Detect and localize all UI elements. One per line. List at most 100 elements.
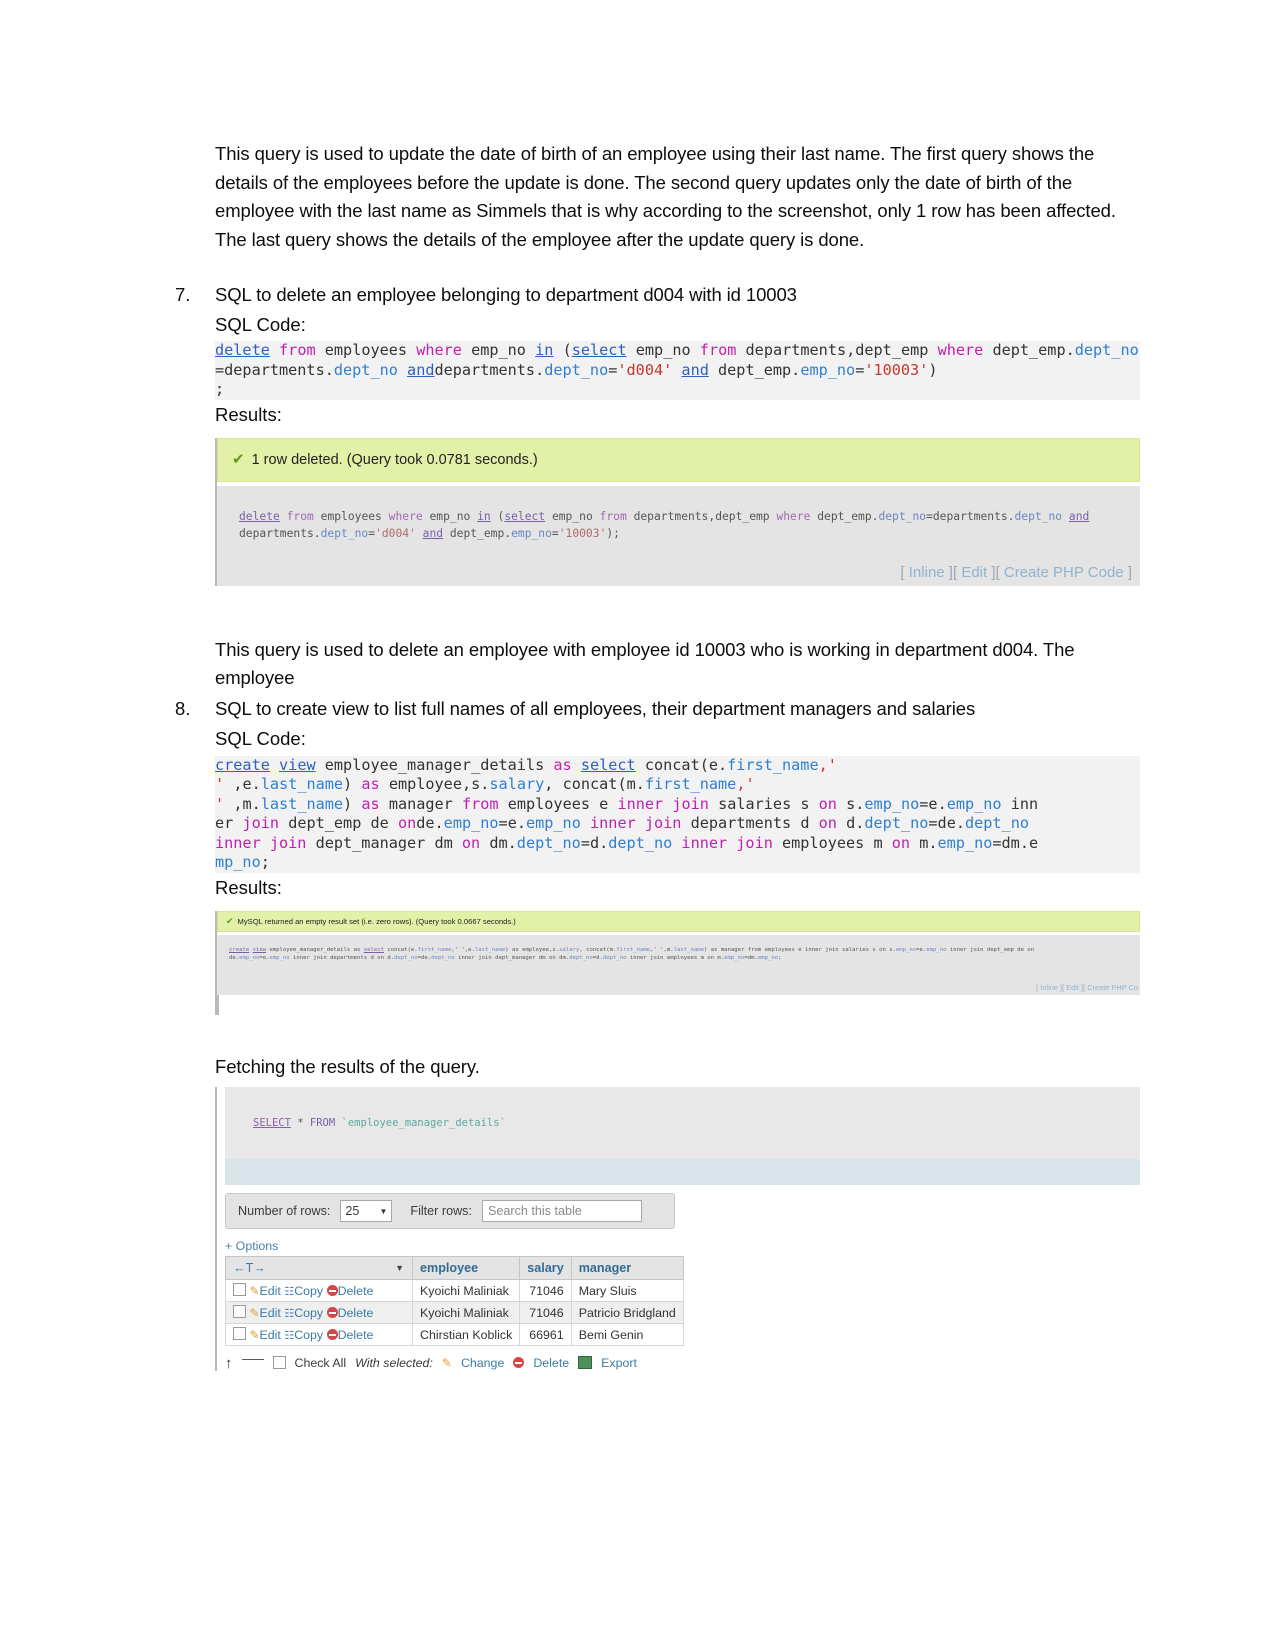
results-table: ←T→ ▼ employee salary manager ✎Edit ☷Cop… <box>225 1256 684 1347</box>
item8-results-label: Results: <box>215 877 282 899</box>
item8-sql-code: create view employee_manager_details as … <box>215 755 1140 874</box>
filter-placeholder: Search this table <box>487 1204 582 1219</box>
copy-icon: ☷ <box>284 1286 295 1299</box>
item7-sql-code-label: SQL Code: <box>215 313 306 335</box>
cell-employee: Kyoichi Maliniak <box>411 1279 521 1303</box>
rows-select[interactable]: 25 ▼ <box>340 1200 393 1223</box>
item8-heading: SQL to create view to list full names of… <box>215 698 976 720</box>
check-all-checkbox[interactable] <box>272 1356 286 1370</box>
copy-icon: ☷ <box>284 1330 295 1343</box>
copy-link[interactable]: Copy <box>294 1306 323 1320</box>
delete-icon <box>513 1357 525 1369</box>
check-all-label: Check All <box>294 1355 347 1370</box>
edit-link[interactable]: Edit <box>260 1284 281 1298</box>
edit-link[interactable]: Edit <box>260 1306 281 1320</box>
row-checkbox[interactable] <box>233 1327 246 1341</box>
cell-manager: Mary Sluis <box>570 1279 684 1303</box>
row-actions: ✎Edit ☷Copy Delete <box>225 1323 413 1347</box>
link-inline-8[interactable]: Inline <box>1040 983 1058 992</box>
list-item-7: 7. SQL to delete an employee belonging t… <box>175 281 1140 693</box>
table-row: ✎Edit ☷Copy Delete Kyoichi Maliniak 7104… <box>225 1301 684 1325</box>
delete-icon <box>326 1329 338 1341</box>
check-icon: ✔ <box>232 451 245 469</box>
row-checkbox[interactable] <box>233 1305 246 1319</box>
column-header-employee[interactable]: employee <box>411 1256 521 1281</box>
filter-input[interactable]: Search this table <box>481 1200 642 1223</box>
column-header-salary[interactable]: salary <box>519 1256 572 1281</box>
copy-link[interactable]: Copy <box>294 1284 323 1298</box>
phpmyadmin-result-panel-7: ✔ 1 row deleted. (Query took 0.0781 seco… <box>215 437 1140 586</box>
pencil-icon: ✎ <box>249 1306 260 1321</box>
success-banner-8: ✔ MySQL returned an empty result set (i.… <box>217 910 1140 932</box>
item7-heading: SQL to delete an employee belonging to d… <box>215 283 797 305</box>
intro-paragraph: This query is used to update the date of… <box>215 143 1116 251</box>
delete-link[interactable]: Delete <box>338 1306 374 1320</box>
query-echo-text-7: delete from employees where emp_no in (s… <box>239 509 1090 540</box>
delete-icon <box>326 1307 338 1319</box>
table-row: ✎Edit ☷Copy Delete Kyoichi Maliniak 7104… <box>225 1279 684 1303</box>
item8-sql-code-label: SQL Code: <box>215 727 306 749</box>
table-query-bar: SELECT * FROM `employee_manager_details` <box>225 1087 1140 1160</box>
cell-employee: Chirstian Koblick <box>411 1323 521 1347</box>
link-edit-7[interactable]: Edit <box>961 564 987 581</box>
chevron-down-icon[interactable]: ▼ <box>395 1263 404 1273</box>
table-toolbar-strip <box>225 1159 1140 1186</box>
pencil-icon: ✎ <box>441 1355 452 1370</box>
document-content: This query is used to update the date of… <box>175 140 1140 1372</box>
row-checkbox[interactable] <box>233 1283 246 1297</box>
table-controls-bar: Number of rows: 25 ▼ Filter rows: Search… <box>225 1193 675 1230</box>
link-create-php-8[interactable]: Create PHP Co <box>1087 983 1138 992</box>
success-message-7: 1 row deleted. (Query took 0.0781 second… <box>251 451 538 468</box>
query-action-links-8[interactable]: [ Inline ][ Edit ][ Create PHP Co <box>1036 983 1138 992</box>
delete-link-footer[interactable]: Delete <box>533 1356 569 1370</box>
list-number-7: 7. <box>175 283 191 305</box>
cell-manager: Bemi Genin <box>570 1323 684 1347</box>
delete-link[interactable]: Delete <box>338 1284 374 1298</box>
edit-link[interactable]: Edit <box>260 1328 281 1342</box>
table-header-row: ←T→ ▼ employee salary manager <box>225 1256 684 1281</box>
query-action-links-7[interactable]: [ Inline ][ Edit ][ Create PHP Code ] <box>900 564 1132 581</box>
list-item-8: 8. SQL to create view to list full names… <box>175 695 1140 1372</box>
pencil-icon: ✎ <box>249 1328 260 1343</box>
options-toggle[interactable]: + Options <box>225 1239 1140 1253</box>
cell-manager: Patricio Bridgland <box>570 1301 684 1325</box>
export-icon <box>578 1356 593 1370</box>
chevron-down-icon: ▼ <box>379 1206 388 1216</box>
link-create-php-7[interactable]: Create PHP Code <box>1004 564 1124 581</box>
copy-icon: ☷ <box>284 1308 295 1321</box>
item7-results-label: Results: <box>215 404 282 425</box>
table-query-text: SELECT * FROM `employee_manager_details` <box>253 1117 506 1130</box>
footer-divider <box>241 1359 264 1361</box>
query-echo-panel-7: delete from employees where emp_no in (s… <box>217 485 1140 586</box>
copy-link[interactable]: Copy <box>294 1328 323 1342</box>
delete-link[interactable]: Delete <box>338 1328 374 1342</box>
item7-explanation: This query is used to delete an employee… <box>215 638 1075 689</box>
pencil-icon: ✎ <box>249 1284 260 1299</box>
column-header-manager[interactable]: manager <box>570 1256 684 1281</box>
link-edit-8[interactable]: Edit <box>1066 983 1079 992</box>
link-inline-7[interactable]: Inline <box>909 564 945 581</box>
delete-icon <box>326 1285 338 1297</box>
rows-label: Number of rows: <box>238 1204 331 1219</box>
sort-header-label: ←T→ <box>233 1261 266 1276</box>
rows-select-value: 25 <box>345 1204 360 1219</box>
query-echo-text-8: create view employee_manager_details as … <box>229 946 1035 962</box>
item7-sql-code: delete from employees where emp_no in (s… <box>215 341 1140 400</box>
success-banner-7: ✔ 1 row deleted. (Query took 0.0781 seco… <box>217 437 1140 482</box>
row-actions: ✎Edit ☷Copy Delete <box>225 1301 413 1325</box>
change-link[interactable]: Change <box>461 1356 504 1370</box>
success-message-8: MySQL returned an empty result set (i.e.… <box>237 916 516 926</box>
export-link[interactable]: Export <box>601 1356 637 1370</box>
table-row: ✎Edit ☷Copy Delete Chirstian Koblick 669… <box>225 1323 684 1347</box>
fetch-caption: Fetching the results of the query. <box>215 1055 480 1077</box>
phpmyadmin-result-panel-8: ✔ MySQL returned an empty result set (i.… <box>215 910 1140 1015</box>
check-icon: ✔ <box>226 915 234 926</box>
sort-header[interactable]: ←T→ ▼ <box>225 1256 413 1281</box>
list-number-8: 8. <box>175 698 191 720</box>
arrow-up-icon[interactable]: ↑ <box>225 1355 233 1372</box>
panel-tail <box>217 994 221 1015</box>
cell-salary: 71046 <box>519 1279 572 1303</box>
cell-salary: 71046 <box>519 1301 572 1325</box>
document-page: This query is used to update the date of… <box>0 0 1275 1651</box>
row-actions: ✎Edit ☷Copy Delete <box>225 1279 413 1303</box>
